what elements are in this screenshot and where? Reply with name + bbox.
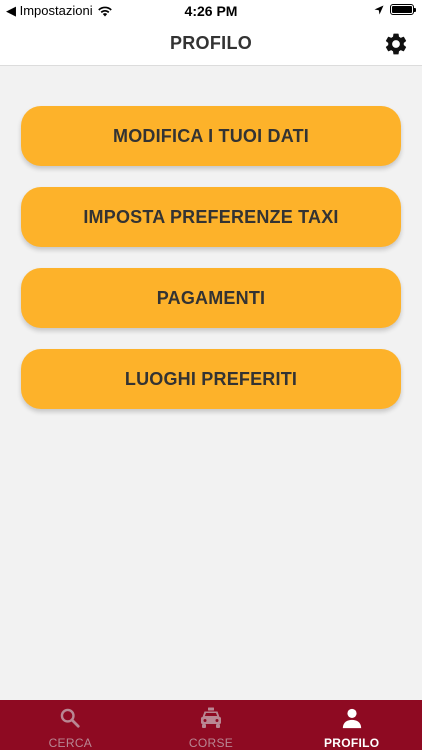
gear-icon [385,33,407,55]
settings-button[interactable] [380,28,412,60]
battery-icon [390,4,416,15]
location-arrow-icon [374,5,384,14]
tab-label: PROFILO [323,736,380,750]
tab-label: CERCA [48,736,93,750]
search-icon [61,708,80,728]
edit-data-button[interactable]: MODIFICA I TUOI DATI [21,106,401,166]
tab-bar: CERCA CORSE PROFILO [0,700,422,750]
status-bar: ◀ Impostazioni 4:26 PM [0,0,422,22]
payments-button[interactable]: PAGAMENTI [21,268,401,328]
tab-profilo[interactable]: PROFILO [281,700,422,750]
tab-label: CORSE [188,736,234,750]
tab-corse[interactable]: CORSE [141,700,282,750]
taxi-icon [201,707,221,728]
user-icon [342,708,361,729]
tab-cerca[interactable]: CERCA [0,700,141,750]
nav-header: PROFILO [0,22,422,66]
taxi-preferences-button[interactable]: IMPOSTA PREFERENZE TAXI [21,187,401,247]
status-time: 4:26 PM [184,3,238,19]
profile-menu: MODIFICA I TUOI DATI IMPOSTA PREFERENZE … [21,106,401,430]
page-title: PROFILO [169,33,253,53]
favorite-places-button[interactable]: LUOGHI PREFERITI [21,349,401,409]
